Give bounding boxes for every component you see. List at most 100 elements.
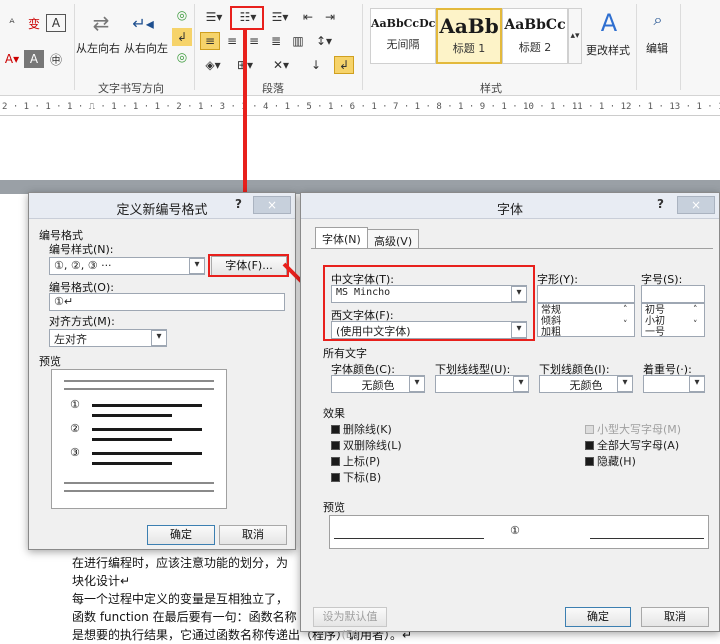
superscript-checkbox[interactable]: 上标(P) — [331, 453, 380, 469]
checkbox-box[interactable] — [331, 441, 340, 450]
scroll-arrows-icon[interactable]: ˄ ˅ — [693, 303, 698, 333]
scroll-arrows-icon[interactable]: ˄ ˅ — [623, 303, 628, 333]
list-item[interactable]: 常规 — [541, 305, 631, 316]
change-case-icon[interactable]: 变 — [24, 14, 44, 32]
set-default-button[interactable]: 设为默认值(D) — [313, 607, 387, 641]
checkbox-label: 全部大写字母(A) — [597, 439, 680, 452]
align-center-icon[interactable]: ≡ — [222, 32, 242, 50]
checkbox-label: 双删除线(L) — [343, 439, 402, 452]
preview-marker: ① — [510, 524, 520, 537]
ribbon: ᴬ 变 A A▾ A ㊥ ⇄ ↵◂ 从左向右 从右向左 ◎ ↲ ◎ 文字书写方向… — [0, 0, 720, 96]
number-format-input[interactable]: ①↵ — [49, 293, 285, 311]
phonetic-guide-icon[interactable]: ᴬ — [2, 14, 22, 32]
checkbox-label: 隐藏(H) — [597, 455, 636, 468]
font-style-list[interactable]: 常规 倾斜 加粗 — [537, 303, 635, 338]
tab-advanced[interactable]: 高级(V) — [367, 229, 420, 249]
help-icon[interactable]: ? — [235, 197, 242, 211]
font-color-icon[interactable]: A▾ — [2, 50, 22, 68]
ok-button[interactable]: 确定 — [147, 525, 215, 545]
styles-scroll-icon[interactable]: ▴▾ — [568, 8, 582, 64]
chevron-down-icon[interactable]: ▾ — [511, 322, 527, 338]
line-spacing-icon[interactable]: ↕▾ — [312, 32, 336, 50]
chevron-down-icon[interactable]: ▾ — [189, 258, 205, 274]
style-heading-1[interactable]: AaBb 标题 1 — [436, 8, 502, 64]
chevron-down-icon[interactable]: ▾ — [513, 376, 529, 392]
chevron-down-icon[interactable]: ▾ — [151, 330, 167, 346]
ok-button[interactable]: 确定 — [565, 607, 631, 627]
chinese-font-select[interactable]: MS Mincho — [331, 285, 527, 303]
chevron-down-icon[interactable]: ▾ — [617, 376, 633, 392]
find-icon[interactable]: ⌕ — [646, 8, 670, 32]
paragraph-group-label: 段落 — [262, 82, 284, 95]
effects-label: 效果 — [323, 407, 345, 420]
distributed-icon[interactable]: ▥ — [288, 32, 308, 50]
checkbox-box[interactable] — [331, 457, 340, 466]
enclose-characters-icon[interactable]: ㊥ — [46, 50, 66, 68]
font-size-input[interactable] — [641, 285, 705, 303]
preview-line — [92, 414, 172, 417]
list-item[interactable]: 加粗 — [541, 327, 631, 338]
tab-font[interactable]: 字体(N) — [315, 227, 368, 249]
close-button[interactable]: × — [677, 196, 715, 214]
checkbox-box[interactable] — [331, 473, 340, 482]
styles-group-label: 样式 — [480, 82, 502, 95]
doc-line: 块化设计↵ — [72, 574, 131, 588]
change-styles-icon[interactable]: A — [594, 8, 624, 38]
strikethrough-checkbox[interactable]: 删除线(K) — [331, 421, 392, 437]
separator — [74, 4, 75, 90]
align-right-icon[interactable]: ≡ — [244, 32, 264, 50]
cancel-button[interactable]: 取消 — [219, 525, 287, 545]
small-caps-checkbox[interactable]: 小型大写字母(M) — [585, 421, 681, 437]
checkbox-box[interactable] — [331, 425, 340, 434]
preview-line — [92, 438, 172, 441]
font-style-input[interactable] — [537, 285, 635, 303]
character-shading-icon[interactable]: A — [24, 50, 44, 68]
bullets-icon[interactable]: ☰▾ — [200, 8, 228, 26]
chevron-down-icon[interactable]: ▾ — [689, 376, 705, 392]
help-icon[interactable]: ? — [657, 197, 664, 211]
increase-indent-icon[interactable]: ⇥ — [320, 8, 340, 26]
alignment-select[interactable]: 左对齐 — [49, 329, 167, 347]
chevron-down-icon[interactable]: ▾ — [511, 286, 527, 302]
double-strikethrough-checkbox[interactable]: 双删除线(L) — [331, 437, 402, 453]
rtl-label[interactable]: 从右向左 — [124, 40, 168, 56]
dialog-titlebar[interactable]: 定义新编号格式 ? × — [29, 193, 295, 219]
close-button[interactable]: × — [253, 196, 291, 214]
dialog-titlebar[interactable]: 字体 ? × — [301, 193, 719, 219]
ltr-label[interactable]: 从左向右 — [76, 40, 120, 56]
decrease-indent-icon[interactable]: ⇤ — [298, 8, 318, 26]
shading-icon[interactable]: ◈▾ — [200, 56, 226, 74]
checkbox-box[interactable] — [585, 457, 594, 466]
rtl-direction-icon[interactable]: ↵◂ — [130, 10, 156, 36]
sort-icon[interactable]: ↓ — [306, 56, 326, 74]
justify-icon[interactable]: ≣ — [266, 32, 286, 50]
checkbox-box[interactable] — [585, 441, 594, 450]
edit-label[interactable]: 编辑 — [646, 40, 668, 56]
style-heading-2[interactable]: AaBbCc 标题 2 — [502, 8, 568, 64]
font-dialog: 字体 ? × 字体(N) 高级(V) 中文字体(T): MS Mincho ▾ … — [300, 192, 720, 641]
align-left-icon[interactable]: ≡ — [200, 32, 220, 50]
hidden-checkbox[interactable]: 隐藏(H) — [585, 453, 636, 469]
style-name: 标题 2 — [518, 41, 552, 54]
multilevel-list-icon[interactable]: ☲▾ — [266, 8, 294, 26]
chinese-layout-icon[interactable]: ✕▾ — [268, 56, 294, 74]
show-marks-icon[interactable]: ↲ — [334, 56, 354, 74]
ltr-direction-icon[interactable]: ⇄ — [88, 10, 114, 36]
subscript-checkbox[interactable]: 下标(B) — [331, 469, 381, 485]
cancel-button[interactable]: 取消 — [641, 607, 709, 627]
green-circle2-icon[interactable]: ◎ — [172, 48, 192, 66]
text-direction-icon[interactable]: ↲ — [172, 28, 192, 46]
all-caps-checkbox[interactable]: 全部大写字母(A) — [585, 437, 679, 453]
number-style-select[interactable]: ①, ②, ③ ··· — [49, 257, 205, 275]
green-circle-icon[interactable]: ◎ — [172, 6, 192, 24]
chevron-down-icon[interactable]: ▾ — [409, 376, 425, 392]
font-preview: ① — [329, 515, 709, 549]
preview-marker: ③ — [70, 446, 80, 459]
checkbox-box[interactable] — [585, 425, 594, 434]
list-item[interactable]: 倾斜 — [541, 316, 631, 327]
horizontal-ruler[interactable]: 2 · 1 · 1 · 1 · ⎍ · 1 · 1 · 1 · 2 · 1 · … — [0, 98, 720, 116]
change-styles-label[interactable]: 更改样式 — [586, 42, 630, 58]
style-no-spacing[interactable]: AaBbCcDc 无间隔 — [370, 8, 436, 64]
western-font-select[interactable]: (使用中文字体) — [331, 321, 527, 339]
character-border-icon[interactable]: A — [46, 14, 66, 32]
